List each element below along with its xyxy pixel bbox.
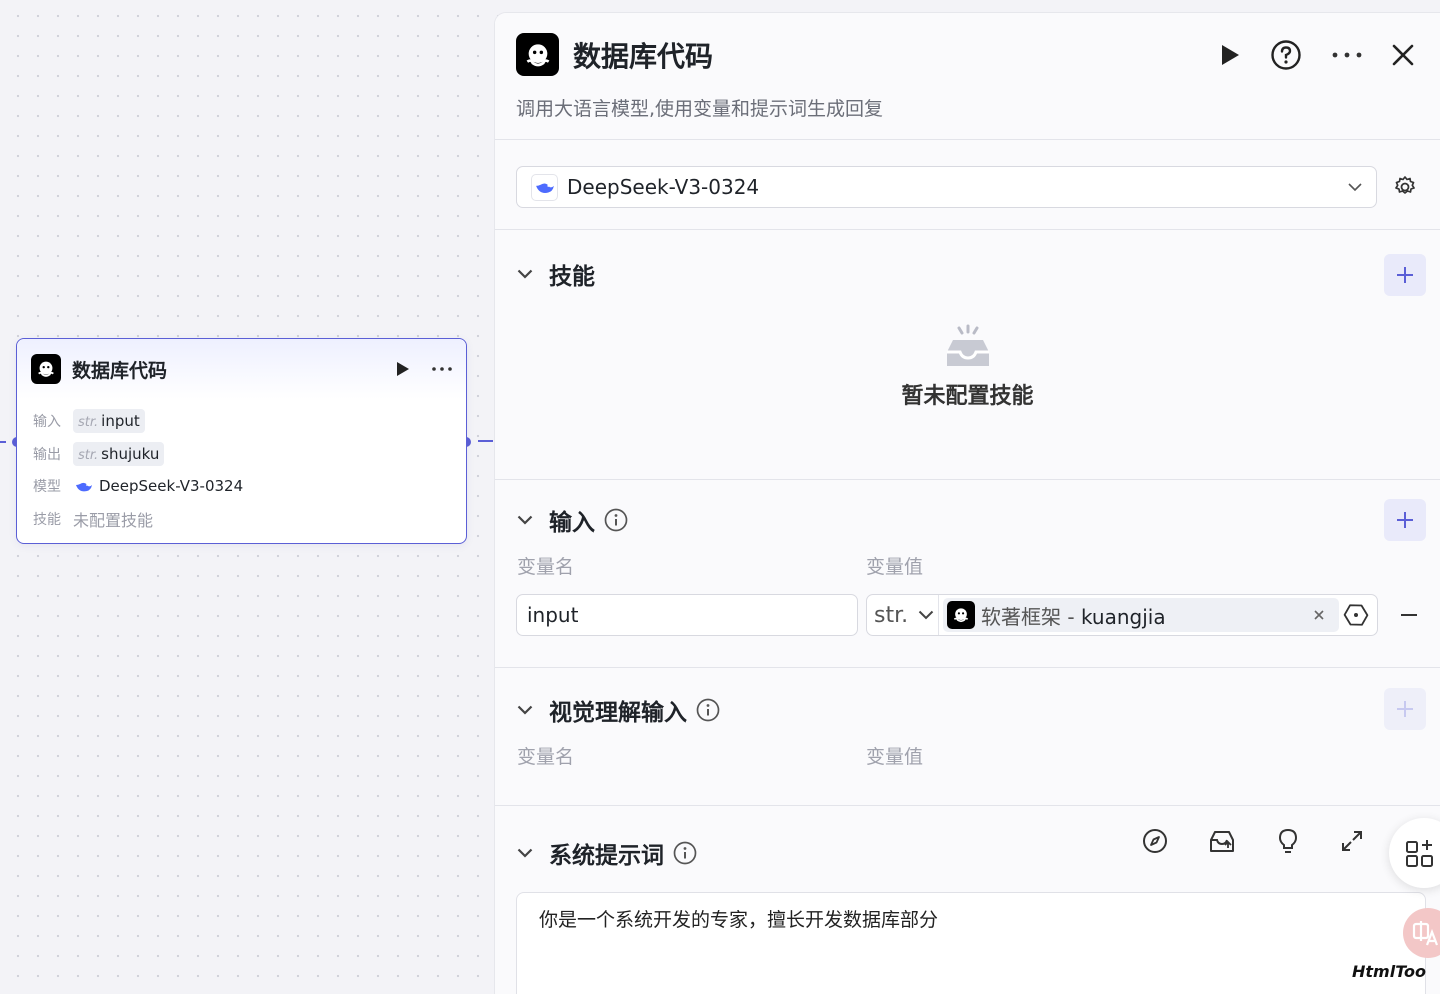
node-input-tag: str. input (73, 409, 145, 434)
workflow-node-llm[interactable]: 数据库代码 输入 str. input 输出 str. shujuku 模型 Dee… (16, 338, 467, 544)
info-icon[interactable] (696, 698, 720, 722)
watermark-text: HtmlToo (1352, 962, 1427, 981)
outgoing-edge (478, 440, 493, 442)
node-title: 数据库代码 (72, 359, 168, 382)
lightbulb-icon[interactable] (1276, 828, 1300, 854)
chevron-down-icon (1348, 182, 1362, 191)
node-output-label: 输出 (33, 446, 61, 463)
node-skill-label: 技能 (33, 511, 61, 528)
vision-input-section: 视觉理解输入 变量名 变量值 (495, 668, 1440, 806)
more-icon[interactable] (1332, 52, 1362, 58)
model-section: DeepSeek-V3-0324 (495, 140, 1440, 230)
inputs-title: 输入 (549, 510, 595, 536)
node-row-skill: 技能 未配置技能 (33, 503, 450, 536)
empty-box-icon (946, 324, 989, 366)
add-vision-input-button[interactable] (1384, 688, 1426, 730)
node-skill-value: 未配置技能 (73, 510, 154, 530)
model-select-value: DeepSeek-V3-0324 (567, 175, 760, 199)
node-model-label: 模型 (33, 479, 61, 496)
compass-icon[interactable] (1142, 828, 1168, 854)
skills-section: 技能 暂未配置技能 (495, 230, 1440, 480)
prompt-library-icon[interactable] (1208, 828, 1236, 854)
node-row-model: 模型 DeepSeek-V3-0324 (33, 470, 450, 503)
node-header: 数据库代码 (17, 339, 466, 399)
node-more-icon[interactable] (432, 367, 452, 371)
col-var-value: 变量值 (866, 556, 924, 578)
ref-separator: - (1061, 604, 1081, 629)
ref-source-node: 软著框架 (981, 604, 1061, 629)
remove-input-icon[interactable] (1400, 613, 1418, 617)
node-output-value: shujuku (101, 444, 160, 463)
translate-icon (1412, 921, 1439, 946)
type-select[interactable]: str. (867, 595, 939, 635)
model-settings-gear-icon[interactable] (1393, 175, 1417, 199)
col-var-name: 变量名 (517, 556, 575, 578)
skills-empty-state: 暂未配置技能 (495, 324, 1440, 410)
bot-logo-icon (516, 33, 559, 76)
node-input-value: input (101, 412, 140, 431)
close-icon[interactable] (1392, 44, 1414, 66)
panel-title[interactable]: 数据库代码 (573, 35, 1220, 75)
system-prompt-title: 系统提示词 (549, 843, 664, 869)
add-input-button[interactable] (1384, 499, 1426, 541)
col-var-value: 变量值 (866, 746, 924, 768)
panel-description: 调用大语言模型,使用变量和提示词生成回复 (516, 98, 884, 120)
variable-value-field[interactable]: str. 软著框架 - kuangjia (866, 594, 1378, 636)
inputs-section: 输入 变量名 变量值 input str. 软著框架 - kuangjia (495, 480, 1440, 668)
type-prefix: str. (78, 415, 99, 431)
skills-title: 技能 (549, 264, 595, 290)
chevron-down-icon (918, 610, 934, 620)
input-variable-row: input str. 软著框架 - kuangjia (495, 594, 1440, 636)
collapse-chevron-icon[interactable] (517, 515, 533, 525)
node-config-panel: 数据库代码 调用大语言模型,使用变量和提示词生成回复 DeepSeek-V3-0… (494, 12, 1440, 994)
node-row-output: 输出 str. shujuku (33, 438, 450, 471)
system-prompt-editor[interactable]: 你是一个系统开发的专家，擅长开发数据库部分 (516, 892, 1426, 994)
collapse-chevron-icon[interactable] (517, 848, 533, 858)
model-select[interactable]: DeepSeek-V3-0324 (516, 166, 1377, 208)
bot-logo-icon (947, 601, 975, 629)
bot-logo-icon (31, 354, 61, 384)
node-output-tag: str. shujuku (73, 441, 165, 466)
node-run-icon[interactable] (396, 361, 410, 377)
ref-variable: kuangjia (1080, 604, 1166, 629)
type-prefix: str. (78, 447, 99, 463)
info-icon[interactable] (673, 841, 697, 865)
collapse-chevron-icon[interactable] (517, 269, 533, 279)
collapse-chevron-icon[interactable] (517, 705, 533, 715)
info-icon[interactable] (604, 508, 628, 532)
clear-reference-icon[interactable] (1313, 609, 1325, 621)
variable-name-input[interactable]: input (516, 594, 858, 636)
node-input-label: 输入 (33, 414, 61, 431)
apps-grid-icon (1406, 840, 1433, 867)
col-var-name: 变量名 (517, 746, 575, 768)
node-row-input: 输入 str. input (33, 405, 450, 438)
vision-title: 视觉理解输入 (549, 700, 687, 726)
variable-picker-icon[interactable] (1343, 602, 1369, 628)
skills-empty-text: 暂未配置技能 (901, 384, 1034, 409)
incoming-edge (0, 441, 6, 443)
type-select-value: str. (874, 602, 909, 628)
system-prompt-section: 系统提示词 你是一个系统开发的专家，擅长开发数据库部分 (495, 806, 1440, 994)
help-icon[interactable] (1270, 39, 1302, 71)
panel-header: 数据库代码 调用大语言模型,使用变量和提示词生成回复 (495, 13, 1440, 140)
add-skill-button[interactable] (1384, 254, 1426, 296)
deepseek-whale-icon (531, 173, 558, 201)
run-icon[interactable] (1220, 44, 1240, 66)
deepseek-whale-icon (76, 483, 92, 492)
node-model-value: DeepSeek-V3-0324 (99, 477, 244, 496)
expand-icon[interactable] (1340, 828, 1364, 854)
variable-reference-chip[interactable]: 软著框架 - kuangjia (943, 598, 1339, 632)
